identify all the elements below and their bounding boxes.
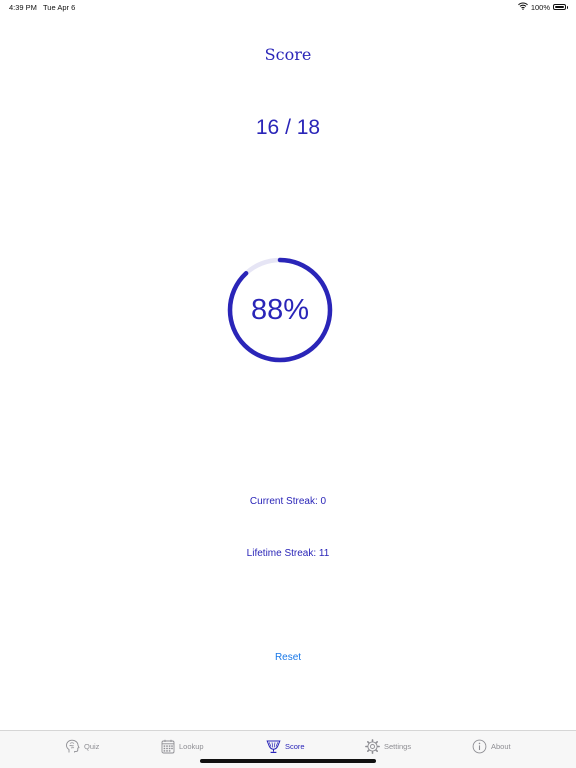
gear-icon [365,738,380,754]
tab-about-label: About [491,741,511,751]
score-percent: 88% [250,293,310,326]
wifi-icon [517,2,528,12]
brain-head-icon [65,739,80,754]
current-streak: Current Streak: 0 [249,496,327,507]
score-progress-ring: 88% [226,256,334,364]
status-time: 4:39 PM [9,3,37,12]
tab-quiz-label: Quiz [84,741,100,751]
tab-score[interactable]: Score [266,737,305,755]
status-bar: 4:39 PM Tue Apr 6 100% [0,0,576,14]
tab-about[interactable]: About [472,737,511,755]
battery-icon [553,4,568,10]
info-icon [472,739,487,754]
lifetime-streak: Lifetime Streak: 11 [246,548,330,559]
battery-percent: 100% [530,2,550,12]
status-date: Tue Apr 6 [43,3,76,12]
tab-quiz[interactable]: Quiz [65,737,99,755]
tab-settings[interactable]: Settings [365,737,411,755]
tab-settings-label: Settings [384,741,412,751]
reset-button[interactable]: Reset [0,652,576,663]
score-screen: 4:39 PM Tue Apr 6 100% Score 16 / 18 88%… [0,0,576,768]
tab-lookup-label: Lookup [179,741,204,751]
score-fraction: 16 / 18 [255,116,321,139]
trophy-icon [266,739,281,754]
page-title: Score [264,45,312,64]
home-indicator [200,759,376,763]
calendar-grid-icon [161,739,175,754]
tab-lookup[interactable]: Lookup [161,737,204,755]
tab-score-label: Score [285,741,305,751]
status-right: 100% [517,2,568,12]
